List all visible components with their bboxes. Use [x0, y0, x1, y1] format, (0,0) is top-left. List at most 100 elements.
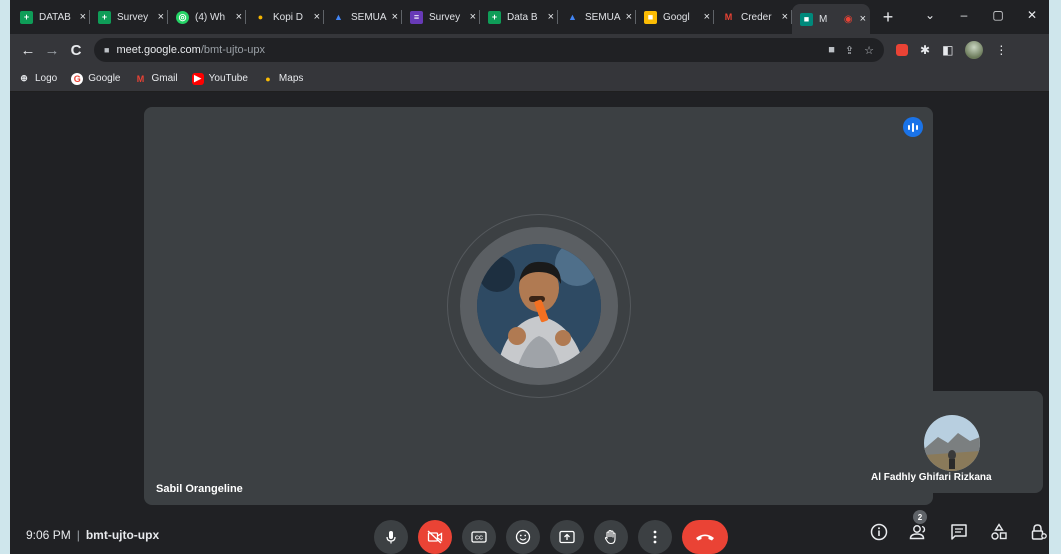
tab[interactable]: ■ Googl × — [636, 4, 714, 30]
omnibox-actions: ■ ⇪ ☆ — [828, 44, 884, 57]
shapes-icon — [991, 523, 1007, 540]
camera-off-button[interactable] — [418, 520, 452, 554]
bookmark-gmail[interactable]: M Gmail — [135, 73, 178, 85]
profile-avatar[interactable] — [965, 41, 984, 59]
maps-pin-icon: ● — [265, 73, 271, 84]
tab[interactable]: ◎ (4) Wh × — [168, 4, 246, 30]
lock-icon: ■ — [104, 45, 110, 55]
recording-icon: ◉ — [843, 13, 853, 25]
close-window-button[interactable]: ✕ — [1015, 8, 1049, 22]
close-tab-icon[interactable]: × — [548, 11, 554, 23]
tab[interactable]: ≡ Survey × — [402, 4, 480, 30]
camera-in-use-icon[interactable]: ■ — [828, 44, 835, 57]
side-panel-controls: 2 — [869, 510, 1049, 542]
leave-call-button[interactable] — [682, 520, 728, 554]
tab[interactable]: ● Kopi D × — [246, 4, 324, 30]
drive-icon: ▲ — [334, 12, 343, 22]
back-button[interactable]: ← — [16, 42, 40, 59]
participant-tile-self[interactable]: Al Fadhly Ghifari Rizkana — [861, 391, 1043, 493]
captions-button[interactable]: CC — [462, 520, 496, 554]
speaking-indicator-icon — [903, 117, 923, 137]
close-tab-icon[interactable]: × — [314, 11, 320, 23]
tab[interactable]: + Survey × — [90, 4, 168, 30]
tab[interactable]: + DATAB × — [12, 4, 90, 30]
bookmark-youtube[interactable]: ▶ YouTube — [191, 72, 248, 85]
share-icon[interactable]: ⇪ — [845, 44, 854, 57]
url-host: meet.google.com — [116, 44, 201, 56]
window-frame-right — [1049, 0, 1061, 554]
window-controls: ⌄ – ▢ ✕ — [913, 0, 1049, 30]
tab[interactable]: ▲ SEMUA × — [324, 4, 402, 30]
gmail-icon: M — [724, 12, 733, 22]
google-classroom-icon: ■ — [644, 10, 657, 24]
close-tab-icon[interactable]: × — [80, 11, 86, 23]
close-tab-icon[interactable]: × — [158, 11, 164, 23]
close-tab-icon[interactable]: × — [704, 11, 710, 23]
bookmarks-bar: ⊕ Logo G Google M Gmail ▶ YouTube ● Maps — [10, 66, 1049, 92]
chat-button[interactable] — [949, 522, 969, 542]
close-tab-icon[interactable]: × — [782, 11, 788, 23]
hand-icon — [604, 529, 616, 545]
sheets-icon: + — [488, 10, 501, 24]
side-panel-icon[interactable]: ◧ — [942, 43, 953, 57]
tile-participant-name: Al Fadhly Ghifari Rizkana — [871, 472, 992, 483]
extension-icon[interactable] — [896, 44, 908, 56]
bookmark-star-icon[interactable]: ☆ — [864, 44, 874, 57]
tab-strip: + DATAB × + Survey × ◎ (4) Wh × ● Kopi D × ▲ SEMU… — [10, 0, 1049, 34]
meet-icon: ■ — [800, 12, 813, 26]
minimize-button[interactable]: – — [947, 8, 981, 22]
captions-icon: CC — [471, 531, 487, 543]
participant-avatar-tile — [924, 415, 980, 471]
tab[interactable]: + Data B × — [480, 4, 558, 30]
chat-icon — [951, 524, 967, 540]
bookmark-logo[interactable]: ⊕ Logo — [18, 73, 57, 85]
menu-kebab-icon[interactable]: ⋮ — [995, 43, 1007, 57]
browser-toolbar: ← → C ■ meet.google.com/bmt-ujto-upx ■ ⇪… — [10, 34, 1049, 66]
tab-active-meet[interactable]: ■ M ◉ × — [792, 4, 870, 34]
reload-button[interactable]: C — [64, 42, 88, 59]
participant-avatar-main — [477, 244, 601, 368]
meeting-details-button[interactable] — [869, 522, 889, 542]
camera-off-icon — [427, 530, 443, 544]
meet-control-bar: 9:06 PM | bmt-ujto-upx CC 2 — [10, 510, 1049, 554]
close-tab-icon[interactable]: × — [470, 11, 476, 23]
call-controls: CC — [374, 520, 728, 554]
maps-pin-icon: ● — [257, 12, 264, 22]
participant-count-badge: 2 — [913, 510, 927, 524]
info-icon — [870, 523, 888, 541]
restore-button[interactable]: ▢ — [981, 8, 1015, 22]
raise-hand-button[interactable] — [594, 520, 628, 554]
people-button[interactable]: 2 — [909, 510, 929, 542]
forms-icon: ≡ — [410, 10, 423, 24]
close-tab-icon[interactable]: × — [626, 11, 632, 23]
new-tab-button[interactable]: + — [874, 7, 902, 28]
more-options-button[interactable] — [638, 520, 672, 554]
tab-search-icon[interactable]: ⌄ — [913, 8, 947, 22]
microphone-button[interactable] — [374, 520, 408, 554]
close-tab-icon[interactable]: × — [860, 13, 866, 25]
lock-person-icon — [1031, 524, 1047, 540]
bookmark-maps[interactable]: ● Maps — [262, 73, 303, 85]
meeting-info: 9:06 PM | bmt-ujto-upx — [26, 528, 159, 542]
meeting-time: 9:06 PM — [26, 528, 71, 542]
present-screen-button[interactable] — [550, 520, 584, 554]
extensions-area: ✱ ◧ ⋮ — [896, 41, 1007, 59]
hang-up-icon — [696, 534, 714, 541]
host-controls-button[interactable] — [1029, 522, 1049, 542]
forward-button[interactable]: → — [40, 42, 64, 59]
main-participant-name: Sabil Orangeline — [156, 483, 243, 495]
activities-button[interactable] — [989, 522, 1009, 542]
close-tab-icon[interactable]: × — [236, 11, 242, 23]
tab[interactable]: ▲ SEMUA × — [558, 4, 636, 30]
tab[interactable]: M Creder × — [714, 4, 792, 30]
close-tab-icon[interactable]: × — [392, 11, 398, 23]
google-icon: G — [71, 72, 84, 85]
whatsapp-icon: ◎ — [176, 10, 189, 24]
puzzle-icon[interactable]: ✱ — [920, 43, 930, 57]
kebab-icon — [653, 530, 657, 544]
bookmark-google[interactable]: G Google — [71, 72, 121, 85]
reactions-button[interactable] — [506, 520, 540, 554]
url-path: /bmt-ujto-upx — [200, 44, 266, 56]
window-frame-left — [0, 0, 10, 554]
address-bar[interactable]: ■ meet.google.com/bmt-ujto-upx ■ ⇪ ☆ — [94, 38, 884, 62]
